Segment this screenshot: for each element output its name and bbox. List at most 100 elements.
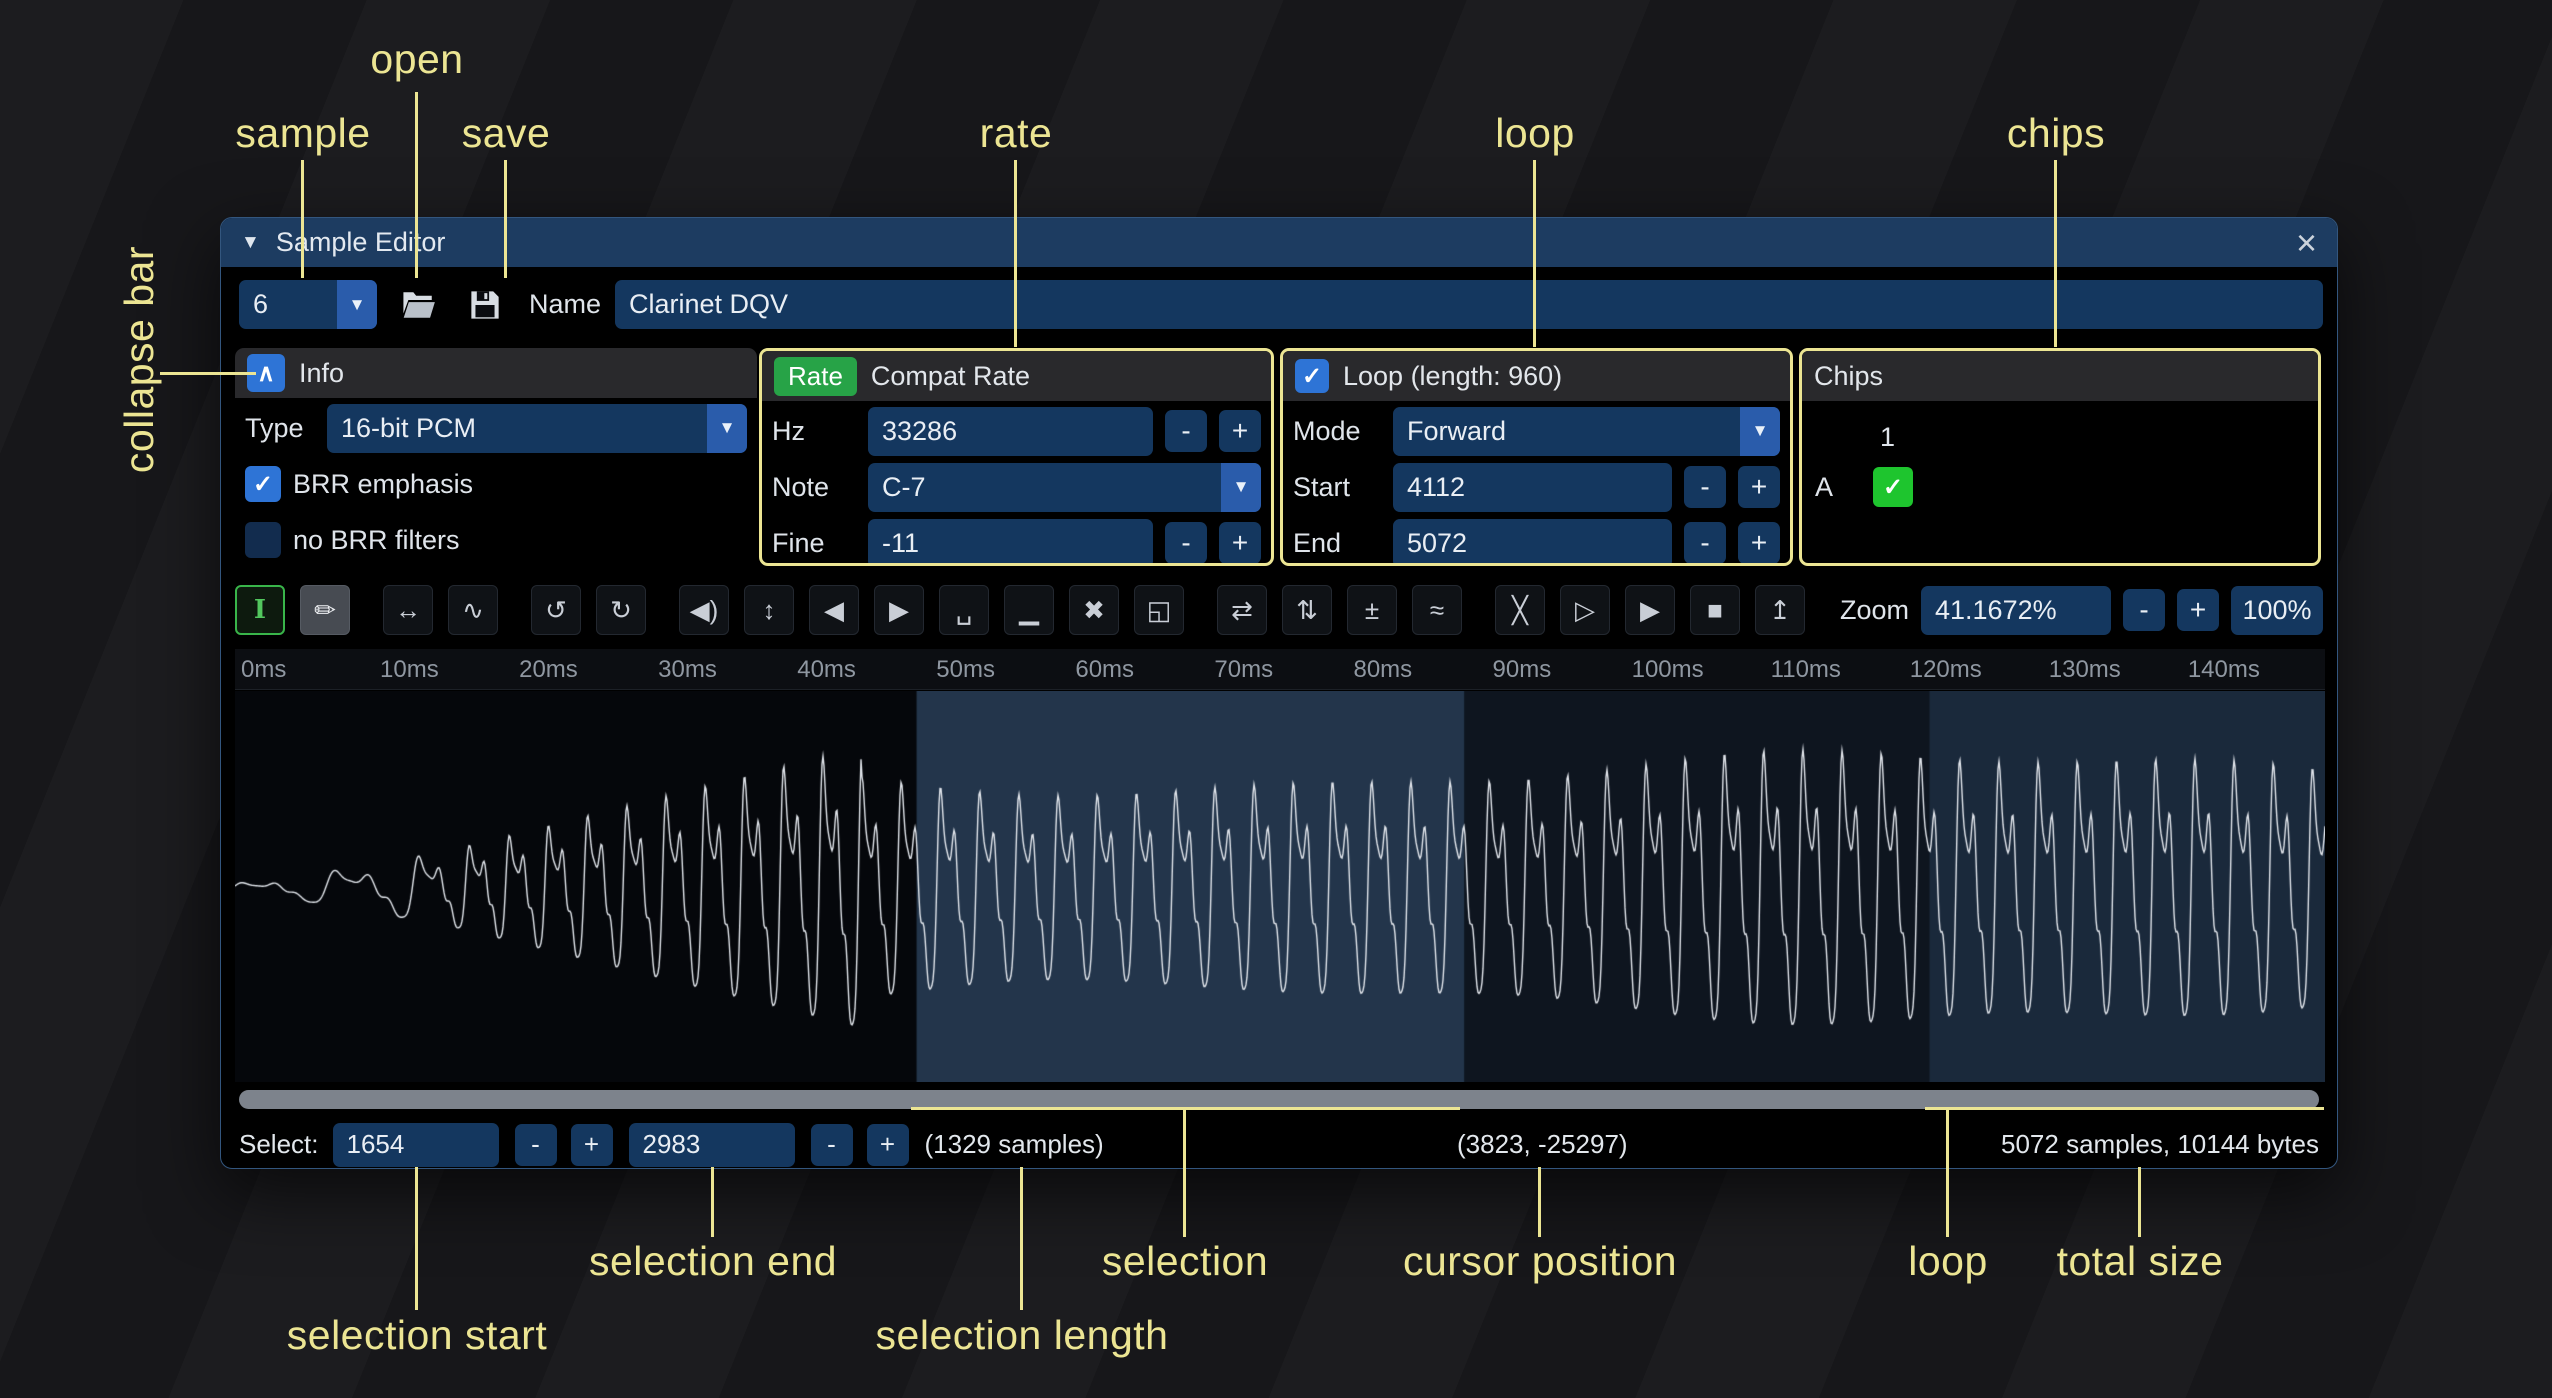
redo-button[interactable]: ↻ [596, 585, 646, 635]
no-brr-filters-checkbox[interactable] [245, 522, 281, 558]
loop-start-field[interactable]: 4112 [1393, 463, 1672, 512]
resize-icon: ↔ [395, 597, 421, 623]
status-row: Select: 1654 - + 2983 - + (1329 samples)… [235, 1121, 2323, 1168]
fade-out-icon: ▶ [889, 597, 909, 623]
page-background: open sample save rate loop chips collaps… [0, 0, 2552, 1398]
title-bar[interactable]: ▼ Sample Editor × [221, 218, 2337, 267]
stop-icon: ■ [1707, 597, 1723, 623]
filter-button[interactable]: ≈ [1412, 585, 1462, 635]
info-panel-header[interactable]: ∧ Info [235, 348, 757, 398]
zoom-out-button[interactable]: - [2123, 589, 2165, 631]
selection-end-minus-button[interactable]: - [811, 1124, 853, 1166]
note-value: C-7 [882, 472, 926, 503]
stop-button[interactable]: ■ [1690, 585, 1740, 635]
fine-plus-button[interactable]: + [1219, 522, 1261, 564]
annotation-line-loop-bottom [1946, 1107, 1949, 1237]
edit-draw-button[interactable]: ✏ [300, 585, 350, 635]
resize-button[interactable]: ↔ [383, 585, 433, 635]
close-icon[interactable]: × [2296, 225, 2317, 261]
loop-start-minus-button[interactable]: - [1684, 466, 1726, 508]
loop-end-field[interactable]: 5072 [1393, 519, 1672, 567]
hz-field[interactable]: 33286 [868, 407, 1153, 456]
chevron-down-icon[interactable]: ▼ [707, 404, 747, 453]
note-select[interactable]: C-7 ▼ [868, 463, 1261, 512]
trim-icon: ◱ [1147, 597, 1172, 623]
brr-emphasis-checkbox[interactable]: ✓ [245, 466, 281, 502]
window-collapse-icon[interactable]: ▼ [241, 232, 260, 254]
selection-end-field[interactable]: 2983 [629, 1123, 795, 1167]
ruler-label: 20ms [519, 656, 578, 684]
fine-minus-button[interactable]: - [1165, 522, 1207, 564]
name-label: Name [529, 280, 601, 329]
loop-mode-select[interactable]: Forward ▼ [1393, 407, 1780, 456]
delete-button[interactable]: ✖ [1069, 585, 1119, 635]
hz-plus-button[interactable]: + [1219, 410, 1261, 452]
sign-exchange-button[interactable]: ± [1347, 585, 1397, 635]
annotation-selection-end: selection end [589, 1238, 837, 1285]
zoom-cluster: Zoom 41.1672% - + 100% [1840, 586, 2323, 635]
selection-start-minus-button[interactable]: - [515, 1124, 557, 1166]
chevron-down-icon[interactable]: ▼ [1740, 407, 1780, 456]
header-row: 6 ▼ Name Clarinet DQV [235, 280, 2323, 329]
type-select[interactable]: 16-bit PCM ▼ [327, 404, 747, 453]
zoom-field[interactable]: 41.1672% [1921, 586, 2111, 635]
upload-button[interactable]: ↥ [1755, 585, 1805, 635]
selection-start-field[interactable]: 1654 [333, 1123, 499, 1167]
fade-out-button[interactable]: ▶ [874, 585, 924, 635]
chip-enable-checkbox[interactable]: ✓ [1873, 467, 1913, 507]
sample-editor-window: ▼ Sample Editor × 6 ▼ [220, 217, 2338, 1169]
invert-button[interactable]: ⇅ [1282, 585, 1332, 635]
selection-end-plus-button[interactable]: + [867, 1124, 909, 1166]
resample-button[interactable]: ∿ [448, 585, 498, 635]
annotation-line-selection-end [711, 1167, 714, 1237]
zoom-reset-button[interactable]: 100% [2231, 586, 2323, 635]
save-button[interactable] [459, 280, 511, 329]
chevron-down-icon[interactable]: ▼ [337, 280, 377, 329]
fade-in-button[interactable]: ◀ [809, 585, 859, 635]
loop-end-plus-button[interactable]: + [1738, 522, 1780, 564]
waveform-canvas[interactable] [235, 691, 2325, 1082]
ruler-label: 120ms [1910, 656, 1982, 684]
undo-button[interactable]: ↺ [531, 585, 581, 635]
chip-number: 1 [1880, 422, 1895, 453]
selection-start-value: 1654 [347, 1129, 405, 1160]
loop-enable-checkbox[interactable]: ✓ [1295, 359, 1329, 393]
waveform-display[interactable] [235, 691, 2325, 1082]
loop-end-minus-button[interactable]: - [1684, 522, 1726, 564]
insert-silence-button[interactable]: ␣ [939, 585, 989, 635]
filter-icon: ≈ [1430, 597, 1444, 623]
ruler-label: 80ms [1353, 656, 1412, 684]
normalize-button[interactable]: ↕ [744, 585, 794, 635]
chevron-down-icon[interactable]: ▼ [1221, 463, 1261, 512]
crossfade-loop-button[interactable]: ╳ [1495, 585, 1545, 635]
loop-start-plus-button[interactable]: + [1738, 466, 1780, 508]
icon-toolbar: I ✏ ↔ ∿ ↺ ↻ ◀) ↕ ◀ ▶ ␣ ▁ ✖ ◱ ⇄ ⇅ ± ≈ ╳ ▷ ▶ ■ ↥ Zoom 41.1672% -… [235, 582, 2323, 638]
chips-panel: Chips 1 A ✓ [1799, 348, 2321, 566]
play-icon: ▶ [1640, 597, 1660, 623]
chips-panel-header: Chips [1802, 351, 2318, 401]
fine-label: Fine [772, 528, 856, 559]
play-button[interactable]: ▶ [1625, 585, 1675, 635]
trim-button[interactable]: ◱ [1134, 585, 1184, 635]
sample-number-value: 6 [253, 289, 268, 320]
fine-field[interactable]: -11 [868, 519, 1153, 567]
apply-silence-button[interactable]: ▁ [1004, 585, 1054, 635]
annotation-bracket-loop [1925, 1107, 2324, 1110]
reverse-button[interactable]: ⇄ [1217, 585, 1267, 635]
ruler-label: 130ms [2049, 656, 2121, 684]
zoom-in-button[interactable]: + [2177, 589, 2219, 631]
amplify-icon: ◀) [690, 597, 719, 623]
annotation-sample: sample [235, 110, 370, 157]
edit-draw-icon: ✏ [314, 597, 336, 623]
preview-button[interactable]: ▷ [1560, 585, 1610, 635]
edit-select-button[interactable]: I [235, 585, 285, 635]
hz-minus-button[interactable]: - [1165, 410, 1207, 452]
undo-icon: ↺ [545, 597, 567, 623]
name-field[interactable]: Clarinet DQV [615, 280, 2323, 329]
amplify-button[interactable]: ◀) [679, 585, 729, 635]
total-size-text: 5072 samples, 10144 bytes [2001, 1129, 2319, 1160]
zoom-value: 41.1672% [1935, 595, 2057, 626]
selection-start-plus-button[interactable]: + [571, 1124, 613, 1166]
open-button[interactable] [393, 280, 445, 329]
sample-number-select[interactable]: 6 ▼ [239, 280, 377, 329]
